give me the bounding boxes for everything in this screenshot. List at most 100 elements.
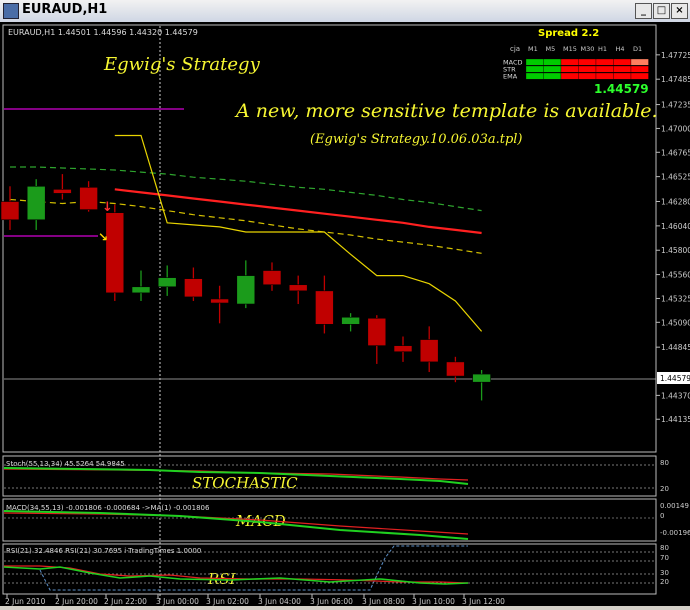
svg-text:30: 30 bbox=[660, 569, 669, 577]
time-tick-label: 3 Jun 04:00 bbox=[258, 597, 301, 606]
price-chart[interactable]: EURAUD,H1 1.44501 1.44596 1.44320 1.4457… bbox=[0, 22, 690, 606]
time-tick-label: 2 Jun 20:00 bbox=[55, 597, 98, 606]
indicator-status-cell bbox=[560, 72, 579, 80]
indicator-status-cell bbox=[525, 58, 544, 66]
svg-text:0.00149: 0.00149 bbox=[660, 502, 689, 510]
indicator-status-cell bbox=[613, 65, 632, 73]
indicator-status-cell bbox=[630, 72, 649, 80]
candle-body bbox=[236, 275, 256, 305]
strategy-annotation: Egwig's Strategy bbox=[103, 54, 261, 75]
indicator-status-cell bbox=[543, 58, 562, 66]
candle-body bbox=[0, 201, 20, 221]
rsi-label: RSI(21) 32.4846 RSI(21) 30.7695 i-Tradin… bbox=[6, 547, 201, 555]
svg-text:20: 20 bbox=[660, 485, 669, 493]
indicator-status-cell bbox=[595, 65, 614, 73]
indicator-status-cell bbox=[630, 58, 649, 66]
price-tick-label: 1.44135 bbox=[661, 415, 690, 424]
candle-body bbox=[341, 316, 360, 325]
timeframe-label: M1 bbox=[528, 45, 538, 53]
price-tick-label: 1.47485 bbox=[661, 75, 690, 84]
price-tick-label: 1.44845 bbox=[661, 343, 690, 352]
candle-body bbox=[157, 277, 177, 288]
window-title: EURAUD,H1 bbox=[22, 2, 108, 17]
chart-window-icon bbox=[3, 3, 19, 19]
stochastic-annotation: STOCHASTIC bbox=[192, 474, 298, 492]
sell-arrow-icon: ↓ bbox=[102, 200, 113, 215]
timeframe-label: H1 bbox=[598, 45, 607, 53]
indicator-status-cell bbox=[578, 72, 597, 80]
timeframe-label: H4 bbox=[616, 45, 625, 53]
svg-text:80: 80 bbox=[660, 459, 669, 467]
indicator-status-cell bbox=[543, 65, 562, 73]
timeframe-label: M30 bbox=[581, 45, 595, 53]
time-tick-label: 3 Jun 08:00 bbox=[362, 597, 405, 606]
candle-body bbox=[367, 317, 387, 346]
candle-body bbox=[26, 185, 46, 221]
indicator-status-cell bbox=[630, 65, 649, 73]
svg-text:0: 0 bbox=[660, 512, 664, 520]
candle-body bbox=[131, 286, 151, 294]
candle-body bbox=[79, 187, 98, 210]
indicator-status-cell bbox=[595, 72, 614, 80]
candle bbox=[105, 204, 125, 301]
maximize-button[interactable]: □ bbox=[653, 3, 670, 19]
price-tick-label: 1.46525 bbox=[661, 173, 690, 182]
candle-body bbox=[446, 361, 465, 377]
price-tick-label: 1.45325 bbox=[661, 294, 690, 303]
close-button[interactable]: × bbox=[671, 3, 688, 19]
time-tick-label: 3 Jun 12:00 bbox=[462, 597, 505, 606]
candle-body bbox=[288, 284, 308, 292]
indicator-row-label: EMA bbox=[503, 73, 518, 81]
indicator-status-cell bbox=[613, 58, 632, 66]
indicator-status-cell bbox=[560, 65, 579, 73]
template-filename: (Egwig's Strategy.10.06.03a.tpl) bbox=[310, 132, 523, 147]
timeframe-label: M15 bbox=[563, 45, 577, 53]
candle-body bbox=[105, 212, 125, 294]
candle-body bbox=[393, 345, 413, 353]
stoch-label: Stoch(55,13,34) 45.5264 54.9845 bbox=[6, 460, 125, 468]
title-bar: EURAUD,H1 _ □ × bbox=[0, 0, 690, 23]
current-price-display: 1.44579 bbox=[594, 82, 649, 96]
candle-body bbox=[315, 290, 334, 325]
symbol-label: cja bbox=[510, 45, 520, 53]
candle-body bbox=[472, 373, 491, 383]
price-tick-label: 1.47000 bbox=[661, 124, 690, 133]
current-price-tag-text: 1.44579 bbox=[660, 374, 690, 383]
price-tick-label: 1.46040 bbox=[661, 222, 690, 231]
price-tick-label: 1.47725 bbox=[661, 51, 690, 60]
indicator-status-cell bbox=[578, 65, 597, 73]
time-tick-label: 3 Jun 02:00 bbox=[206, 597, 249, 606]
time-tick-label: 3 Jun 06:00 bbox=[310, 597, 353, 606]
indicator-status-cell bbox=[543, 72, 562, 80]
minimize-button[interactable]: _ bbox=[635, 3, 652, 19]
price-tick-label: 1.45800 bbox=[661, 246, 690, 255]
price-tick-label: 1.47235 bbox=[661, 101, 690, 110]
price-tick-label: 1.45560 bbox=[661, 271, 690, 280]
time-tick-label: 3 Jun 10:00 bbox=[412, 597, 455, 606]
candle-body bbox=[262, 270, 282, 286]
price-tick-label: 1.45090 bbox=[661, 318, 690, 327]
svg-text:80: 80 bbox=[660, 544, 669, 552]
chart-area[interactable]: EURAUD,H1 1.44501 1.44596 1.44320 1.4457… bbox=[0, 22, 690, 606]
price-tick-label: 1.46765 bbox=[661, 148, 690, 157]
time-tick-label: 2 Jun 2010 bbox=[5, 597, 46, 606]
chart-header: EURAUD,H1 1.44501 1.44596 1.44320 1.4457… bbox=[8, 28, 198, 37]
svg-text:70: 70 bbox=[660, 554, 669, 562]
template-notice: A new, more sensitive template is availa… bbox=[234, 100, 658, 122]
candle-body bbox=[419, 339, 439, 363]
mt4-chart-window: EURAUD,H1 _ □ × EURAUD,H1 1.44501 1.4459… bbox=[0, 0, 690, 606]
svg-text:20: 20 bbox=[660, 578, 669, 586]
time-tick-label: 2 Jun 22:00 bbox=[104, 597, 147, 606]
timeframe-label: D1 bbox=[633, 45, 642, 53]
timeframe-label: M5 bbox=[546, 45, 556, 53]
indicator-status-cell bbox=[595, 58, 614, 66]
trend-arrow-icon: ↘ bbox=[98, 230, 108, 244]
candle-body bbox=[53, 189, 72, 194]
indicator-status-cell bbox=[560, 58, 579, 66]
indicator-status-cell bbox=[578, 58, 597, 66]
svg-text:-0.00196: -0.00196 bbox=[660, 529, 690, 537]
price-tick-label: 1.44370 bbox=[661, 391, 690, 400]
spread-label: Spread 2.2 bbox=[538, 28, 599, 39]
time-tick-label: 3 Jun 00:00 bbox=[156, 597, 199, 606]
indicator-status-cell bbox=[525, 72, 544, 80]
